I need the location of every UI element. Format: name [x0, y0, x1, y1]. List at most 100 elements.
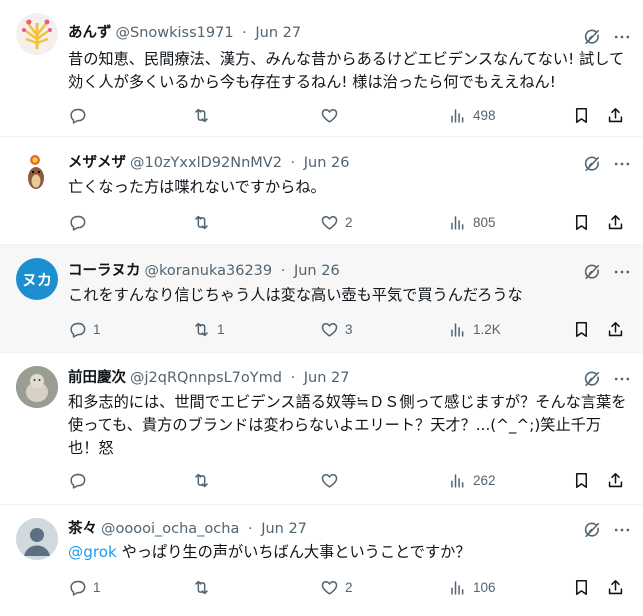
grok-icon[interactable] — [579, 259, 605, 285]
share-icon — [606, 320, 625, 339]
views-button[interactable]: 262 — [448, 465, 496, 495]
timestamp[interactable]: Jun 27 — [261, 521, 307, 537]
avatar[interactable] — [16, 518, 58, 560]
retweet-button[interactable] — [192, 207, 217, 237]
reply-button[interactable] — [68, 100, 93, 130]
views-button[interactable]: 498 — [448, 100, 496, 130]
mention-link[interactable]: @grok — [68, 543, 117, 561]
tweet-header: 茶々 @ooooi_ocha_ocha · Jun 27 — [68, 519, 307, 539]
share-button[interactable] — [606, 314, 625, 344]
share-icon — [606, 213, 625, 232]
share-icon — [606, 578, 625, 597]
tweet-header: コーラヌカ @koranuka36239 · Jun 26 — [68, 261, 340, 281]
views-button[interactable]: 805 — [448, 207, 496, 237]
retweet-button[interactable] — [192, 100, 217, 130]
views-count: 805 — [473, 214, 496, 230]
retweet-button[interactable] — [192, 572, 217, 602]
reply-button[interactable] — [68, 465, 93, 495]
grok-icon[interactable] — [579, 517, 605, 543]
views-count: 1.2K — [473, 321, 501, 337]
bookmark-button[interactable] — [572, 465, 591, 495]
display-name[interactable]: 前田慶次 — [68, 370, 126, 386]
avatar[interactable]: ヌカ — [16, 258, 58, 300]
like-button[interactable]: 3 — [320, 314, 353, 344]
avatar[interactable] — [16, 366, 58, 408]
share-icon — [606, 471, 625, 490]
views-button[interactable]: 1.2K — [448, 314, 501, 344]
avatar[interactable] — [16, 150, 58, 192]
separator: · — [280, 263, 286, 279]
timestamp[interactable]: Jun 27 — [255, 25, 301, 41]
tweet[interactable]: メザメザ @10zYxxlD92NnMV2 · Jun 26 亡くなった方は喋れな… — [0, 137, 643, 245]
avatar[interactable] — [16, 13, 58, 55]
display-name[interactable]: メザメザ — [68, 155, 126, 171]
handle[interactable]: @ooooi_ocha_ocha — [101, 521, 239, 537]
views-icon — [448, 213, 467, 232]
share-button[interactable] — [606, 100, 625, 130]
share-button[interactable] — [606, 207, 625, 237]
heart-icon — [320, 578, 339, 597]
views-button[interactable]: 106 — [448, 572, 496, 602]
bookmark-icon — [572, 213, 591, 232]
heart-icon — [320, 213, 339, 232]
tweet[interactable]: 前田慶次 @j2qRQnnpsL7oYmd · Jun 27 和多志的には、世間で… — [0, 353, 643, 505]
tweet[interactable]: 茶々 @ooooi_ocha_ocha · Jun 27 @grok やっぱり生の… — [0, 505, 643, 616]
bookmark-icon — [572, 578, 591, 597]
display-name[interactable]: 茶々 — [68, 521, 97, 537]
display-name[interactable]: コーラヌカ — [68, 263, 141, 279]
reply-button[interactable] — [68, 207, 93, 237]
tweet-text: 亡くなった方は喋れないですからね。 — [68, 178, 326, 196]
handle[interactable]: @Snowkiss1971 — [116, 25, 234, 41]
like-count: 2 — [345, 579, 353, 595]
action-bar: 1 2 106 — [60, 572, 631, 602]
more-icon[interactable] — [609, 517, 635, 543]
more-icon[interactable] — [609, 24, 635, 50]
bookmark-icon — [572, 471, 591, 490]
grok-icon[interactable] — [579, 24, 605, 50]
share-button[interactable] — [606, 465, 625, 495]
retweet-button[interactable] — [192, 465, 217, 495]
more-icon[interactable] — [609, 259, 635, 285]
reply-button[interactable]: 1 — [68, 314, 101, 344]
handle[interactable]: @10zYxxlD92NnMV2 — [130, 155, 282, 171]
like-button[interactable] — [320, 465, 345, 495]
share-icon — [606, 106, 625, 125]
handle[interactable]: @koranuka36239 — [145, 263, 273, 279]
like-count: 3 — [345, 321, 353, 337]
like-button[interactable]: 2 — [320, 207, 353, 237]
retweet-icon — [192, 106, 211, 125]
action-bar: 2 805 — [60, 207, 631, 237]
grok-icon[interactable] — [579, 151, 605, 177]
views-icon — [448, 106, 467, 125]
reply-icon — [68, 106, 87, 125]
tweet-text-body: やっぱり生の声がいちばん大事ということですか？ — [116, 543, 471, 561]
bookmark-button[interactable] — [572, 100, 591, 130]
grok-icon[interactable] — [579, 366, 605, 392]
reply-icon — [68, 471, 87, 490]
tweet[interactable]: あんず @Snowkiss1971 · Jun 27 昔の知恵、民間療法、漢方、み… — [0, 0, 643, 137]
more-icon[interactable] — [609, 151, 635, 177]
like-button[interactable]: 2 — [320, 572, 353, 602]
reply-button[interactable]: 1 — [68, 572, 101, 602]
separator: · — [290, 370, 296, 386]
more-icon[interactable] — [609, 366, 635, 392]
separator: · — [247, 521, 253, 537]
views-icon — [448, 578, 467, 597]
action-bar: 1 1 3 1.2K — [60, 314, 631, 344]
bookmark-button[interactable] — [572, 207, 591, 237]
separator: · — [290, 155, 296, 171]
timestamp[interactable]: Jun 26 — [304, 155, 350, 171]
retweet-button[interactable]: 1 — [192, 314, 225, 344]
tweet[interactable]: ヌカ コーラヌカ @koranuka36239 · Jun 26 これをすんなり信… — [0, 245, 643, 353]
timestamp[interactable]: Jun 26 — [294, 263, 340, 279]
bookmark-button[interactable] — [572, 314, 591, 344]
retweet-icon — [192, 320, 211, 339]
timestamp[interactable]: Jun 27 — [304, 370, 350, 386]
heart-icon — [320, 106, 339, 125]
display-name[interactable]: あんず — [68, 25, 112, 41]
tweet-text: @grok やっぱり生の声がいちばん大事ということですか？ — [68, 541, 629, 564]
handle[interactable]: @j2qRQnnpsL7oYmd — [130, 370, 282, 386]
like-button[interactable] — [320, 100, 345, 130]
share-button[interactable] — [606, 572, 625, 602]
bookmark-button[interactable] — [572, 572, 591, 602]
